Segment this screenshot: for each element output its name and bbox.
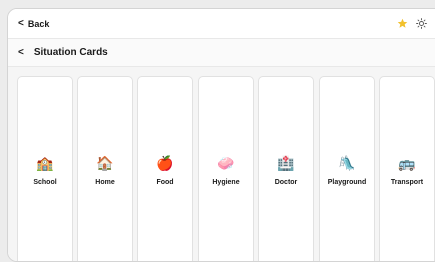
card-doctor[interactable]: 🏥 Doctor — [258, 76, 314, 261]
apple-icon: 🍎 — [156, 156, 174, 172]
slide-icon: 🛝 — [338, 156, 356, 172]
card-label: Home — [95, 179, 115, 186]
card-home[interactable]: 🏠 Home — [77, 76, 133, 261]
cards-row: 🏫 School 🏠 Home 🍎 Food 🧼 Hygiene 🏥 Docto… — [8, 67, 435, 261]
card-school[interactable]: 🏫 School — [17, 76, 73, 261]
card-label: School — [33, 179, 57, 186]
star-icon[interactable] — [397, 18, 408, 29]
top-icons — [397, 9, 427, 38]
soap-icon: 🧼 — [217, 156, 235, 172]
bus-icon: 🚌 — [398, 156, 416, 172]
hospital-icon: 🏥 — [277, 156, 295, 172]
card-food[interactable]: 🍎 Food — [137, 76, 193, 261]
school-icon: 🏫 — [36, 156, 54, 172]
card-label: Doctor — [274, 179, 298, 186]
sun-icon[interactable] — [416, 18, 427, 29]
card-hygiene[interactable]: 🧼 Hygiene — [198, 76, 254, 261]
card-label: Transport — [390, 179, 424, 186]
app-window: < Back < Situation Cards 🏫 School 🏠 Home… — [7, 8, 435, 262]
page-header: < Situation Cards — [8, 39, 435, 67]
card-playground[interactable]: 🛝 Playground — [319, 76, 375, 261]
back-button[interactable]: < Back — [18, 17, 50, 29]
card-label: Hygiene — [212, 179, 240, 186]
chevron-left-icon: < — [18, 17, 24, 29]
card-label: Food — [156, 179, 174, 186]
card-label: Playground — [327, 179, 367, 186]
house-icon: 🏠 — [96, 156, 114, 172]
top-bar: < Back — [8, 9, 435, 39]
chevron-left-icon[interactable]: < — [18, 47, 24, 58]
back-label: Back — [27, 18, 50, 29]
page-title: Situation Cards — [33, 47, 108, 58]
card-transport[interactable]: 🚌 Transport — [379, 76, 435, 261]
